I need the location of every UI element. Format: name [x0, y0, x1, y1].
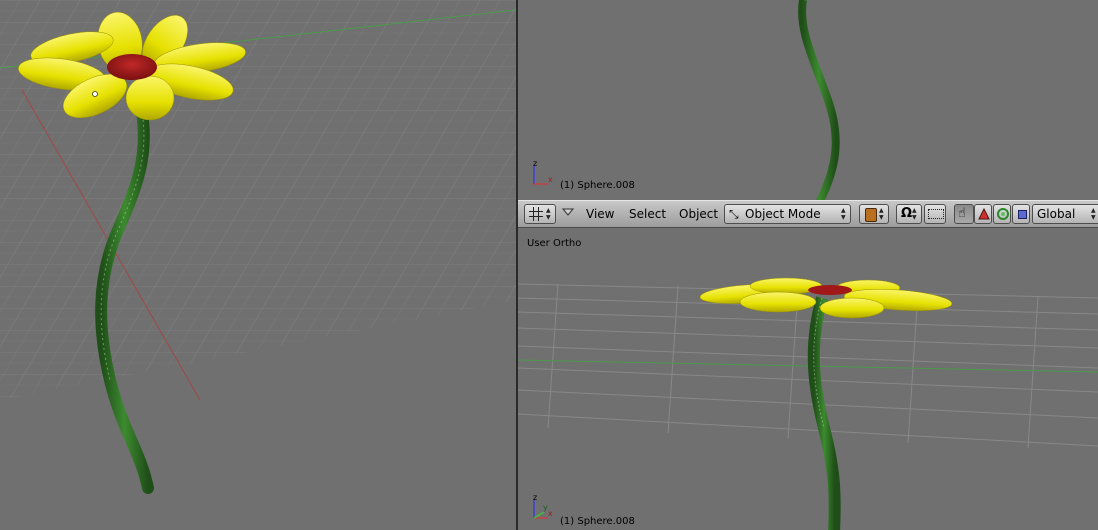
viewport-top-right[interactable]: z x (1) Sphere.008: [518, 0, 1098, 200]
x-axis-label: x: [548, 509, 553, 518]
menu-view[interactable]: View: [586, 207, 614, 221]
orientation-value: Global: [1037, 207, 1076, 221]
flower-center: [107, 54, 157, 80]
3d-cursor: [92, 91, 98, 97]
square-icon: [1018, 210, 1027, 219]
viewport-perspective[interactable]: [0, 0, 516, 530]
mode-dropdown[interactable]: ⤡ Object Mode ▲ ▼: [724, 204, 851, 224]
menu-object[interactable]: Object: [679, 207, 718, 221]
flower-center: [808, 285, 852, 295]
orientation-dropdown[interactable]: Global ▲ ▼: [1032, 204, 1098, 224]
pivot-icon: Ω: [901, 206, 913, 221]
pivot-dropdown[interactable]: Ω ▲ ▼: [896, 204, 922, 224]
scale-manipulator-button[interactable]: [1012, 204, 1030, 224]
active-object-label: (1) Sphere.008: [560, 516, 635, 527]
collapse-menus-icon[interactable]: [561, 207, 575, 219]
draw-type-dropdown[interactable]: ▲ ▼: [859, 204, 889, 224]
z-axis-label: z: [533, 494, 537, 502]
solid-draw-icon: [865, 208, 877, 222]
hand-icon: ☝: [958, 206, 966, 221]
updown-arrows-icon: ▲ ▼: [841, 207, 846, 221]
triangle-icon: [978, 207, 990, 220]
z-axis-label: z: [533, 160, 537, 168]
view-name-label: User Ortho: [527, 238, 582, 249]
viewport-user-ortho-canvas: [518, 228, 1098, 530]
updown-arrows-icon: ▲ ▼: [1091, 207, 1096, 221]
viewport-top-right-canvas: [518, 0, 1098, 200]
rotate-manipulator-button[interactable]: [993, 204, 1011, 224]
ring-icon: [997, 208, 1009, 220]
grid-icon: [529, 207, 543, 221]
editor-type-selector[interactable]: ▲ ▼: [524, 204, 556, 224]
menu-select[interactable]: Select: [629, 207, 666, 221]
viewport-perspective-canvas: [0, 0, 516, 530]
x-axis-label: x: [548, 175, 553, 184]
mode-value: Object Mode: [745, 207, 821, 221]
updown-arrows-icon: ▲ ▼: [879, 207, 884, 221]
translate-manipulator-button[interactable]: [974, 204, 992, 224]
updown-arrows-icon: ▲ ▼: [546, 207, 551, 221]
scale-pivot-icon: [928, 209, 944, 219]
active-object-label: (1) Sphere.008: [560, 180, 635, 191]
manipulator-toggle[interactable]: ☝: [954, 204, 974, 224]
viewport-header: ▲ ▼ View Select Object ⤡ Object Mode ▲ ▼ ▲…: [518, 200, 1098, 228]
updown-arrows-icon: ▲ ▼: [912, 207, 917, 221]
viewport-user-ortho[interactable]: User Ortho z y x (1) Sphere.008: [518, 228, 1098, 530]
transform-pivot-toggle[interactable]: [924, 204, 946, 224]
object-mode-icon: ⤡: [729, 207, 739, 221]
